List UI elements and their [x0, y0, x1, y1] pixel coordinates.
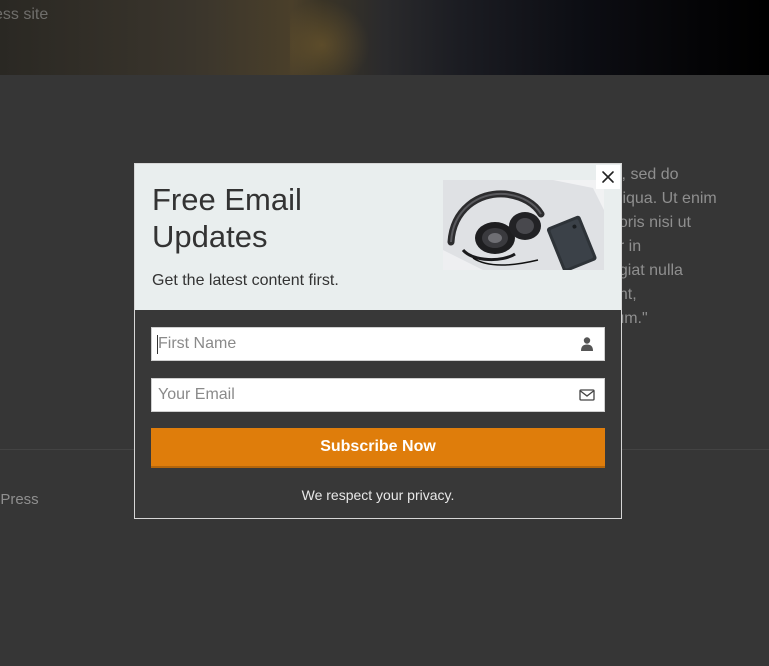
envelope-icon	[579, 389, 595, 401]
email-field-wrapper	[151, 378, 605, 412]
background-quote-text: lit, sed do aliqua. Ut enim boris nisi u…	[610, 166, 717, 327]
first-name-field-wrapper	[151, 327, 605, 361]
email-optin-modal: Free Email Updates Get the latest conten…	[134, 163, 622, 519]
modal-subtitle: Get the latest content first.	[152, 272, 339, 289]
text-caret	[157, 335, 158, 354]
headphones-illustration	[443, 180, 604, 270]
footer-credit: dPress	[0, 491, 39, 508]
close-icon	[602, 171, 614, 183]
modal-header: Free Email Updates Get the latest conten…	[135, 164, 621, 310]
user-icon	[581, 337, 593, 351]
hero-banner: ess site	[0, 0, 769, 75]
site-description: ess site	[0, 6, 49, 23]
hero-image-highlight	[290, 0, 370, 75]
privacy-note: We respect your privacy.	[301, 487, 455, 503]
email-input[interactable]	[152, 379, 562, 411]
modal-title: Free Email Updates	[152, 182, 302, 254]
close-button[interactable]	[596, 165, 620, 189]
subscribe-button[interactable]: Subscribe Now	[151, 428, 605, 468]
first-name-input[interactable]	[152, 328, 562, 360]
headphones-phone-image	[443, 180, 604, 270]
